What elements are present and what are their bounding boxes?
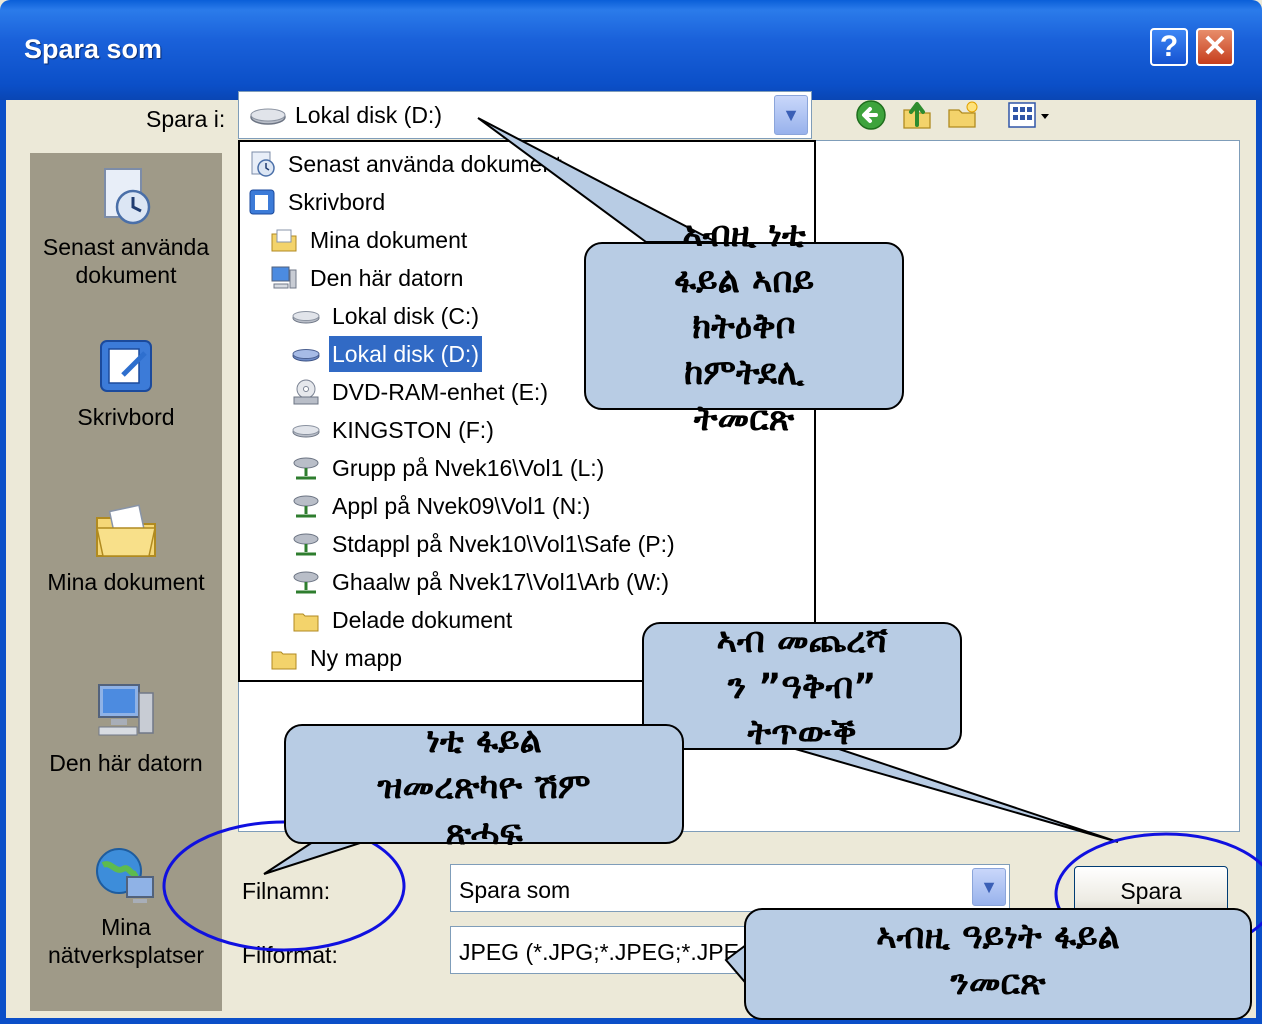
callout-pointer-save xyxy=(791,747,1119,843)
callout-line: ኣብዚ ነቲ xyxy=(682,215,806,255)
save-as-dialog: Spara som ? ✕ Spara i: Lokal disk (D:) ▼ xyxy=(0,0,1262,1024)
annotation-overlay xyxy=(162,117,1262,991)
callout-line: ትጥውቕ xyxy=(747,713,857,753)
callout-file-type-text: ኣብዚ ዓይነት ፋይል ንመርጽ xyxy=(744,914,1252,1006)
callout-line: ነቲ ፋይል xyxy=(426,721,542,761)
callout-line: ፋይል ኣበይ xyxy=(673,261,815,301)
callout-line: ጽሓፍ xyxy=(445,813,523,853)
callout-save-press-text: ኣብ መጨረሻ ን ”ዓቅብ” ትጥውቕ xyxy=(642,618,962,756)
callout-line: ንመርጽ xyxy=(950,963,1046,1003)
callout-line: ክትዕቅቦ xyxy=(692,307,796,347)
callout-line: ን ”ዓቅብ” xyxy=(727,667,877,707)
callout-line: ትመርጽ xyxy=(693,399,795,439)
callout-save-location-text: ኣብዚ ነቲ ፋይል ኣበይ ክትዕቅቦ ከምትደሊ ትመርጽ xyxy=(584,212,904,442)
callout-line: ኣብ መጨረሻ xyxy=(716,621,888,661)
callout-file-name-text: ነቲ ፋይል ዝመረጽካዮ ሽም ጽሓፍ xyxy=(284,718,684,856)
callout-line: ኣብዚ ዓይነት ፋይል xyxy=(876,917,1120,957)
callout-line: ከምትደሊ xyxy=(683,353,805,393)
callout-line: ዝመረጽካዮ ሽም xyxy=(377,767,591,807)
